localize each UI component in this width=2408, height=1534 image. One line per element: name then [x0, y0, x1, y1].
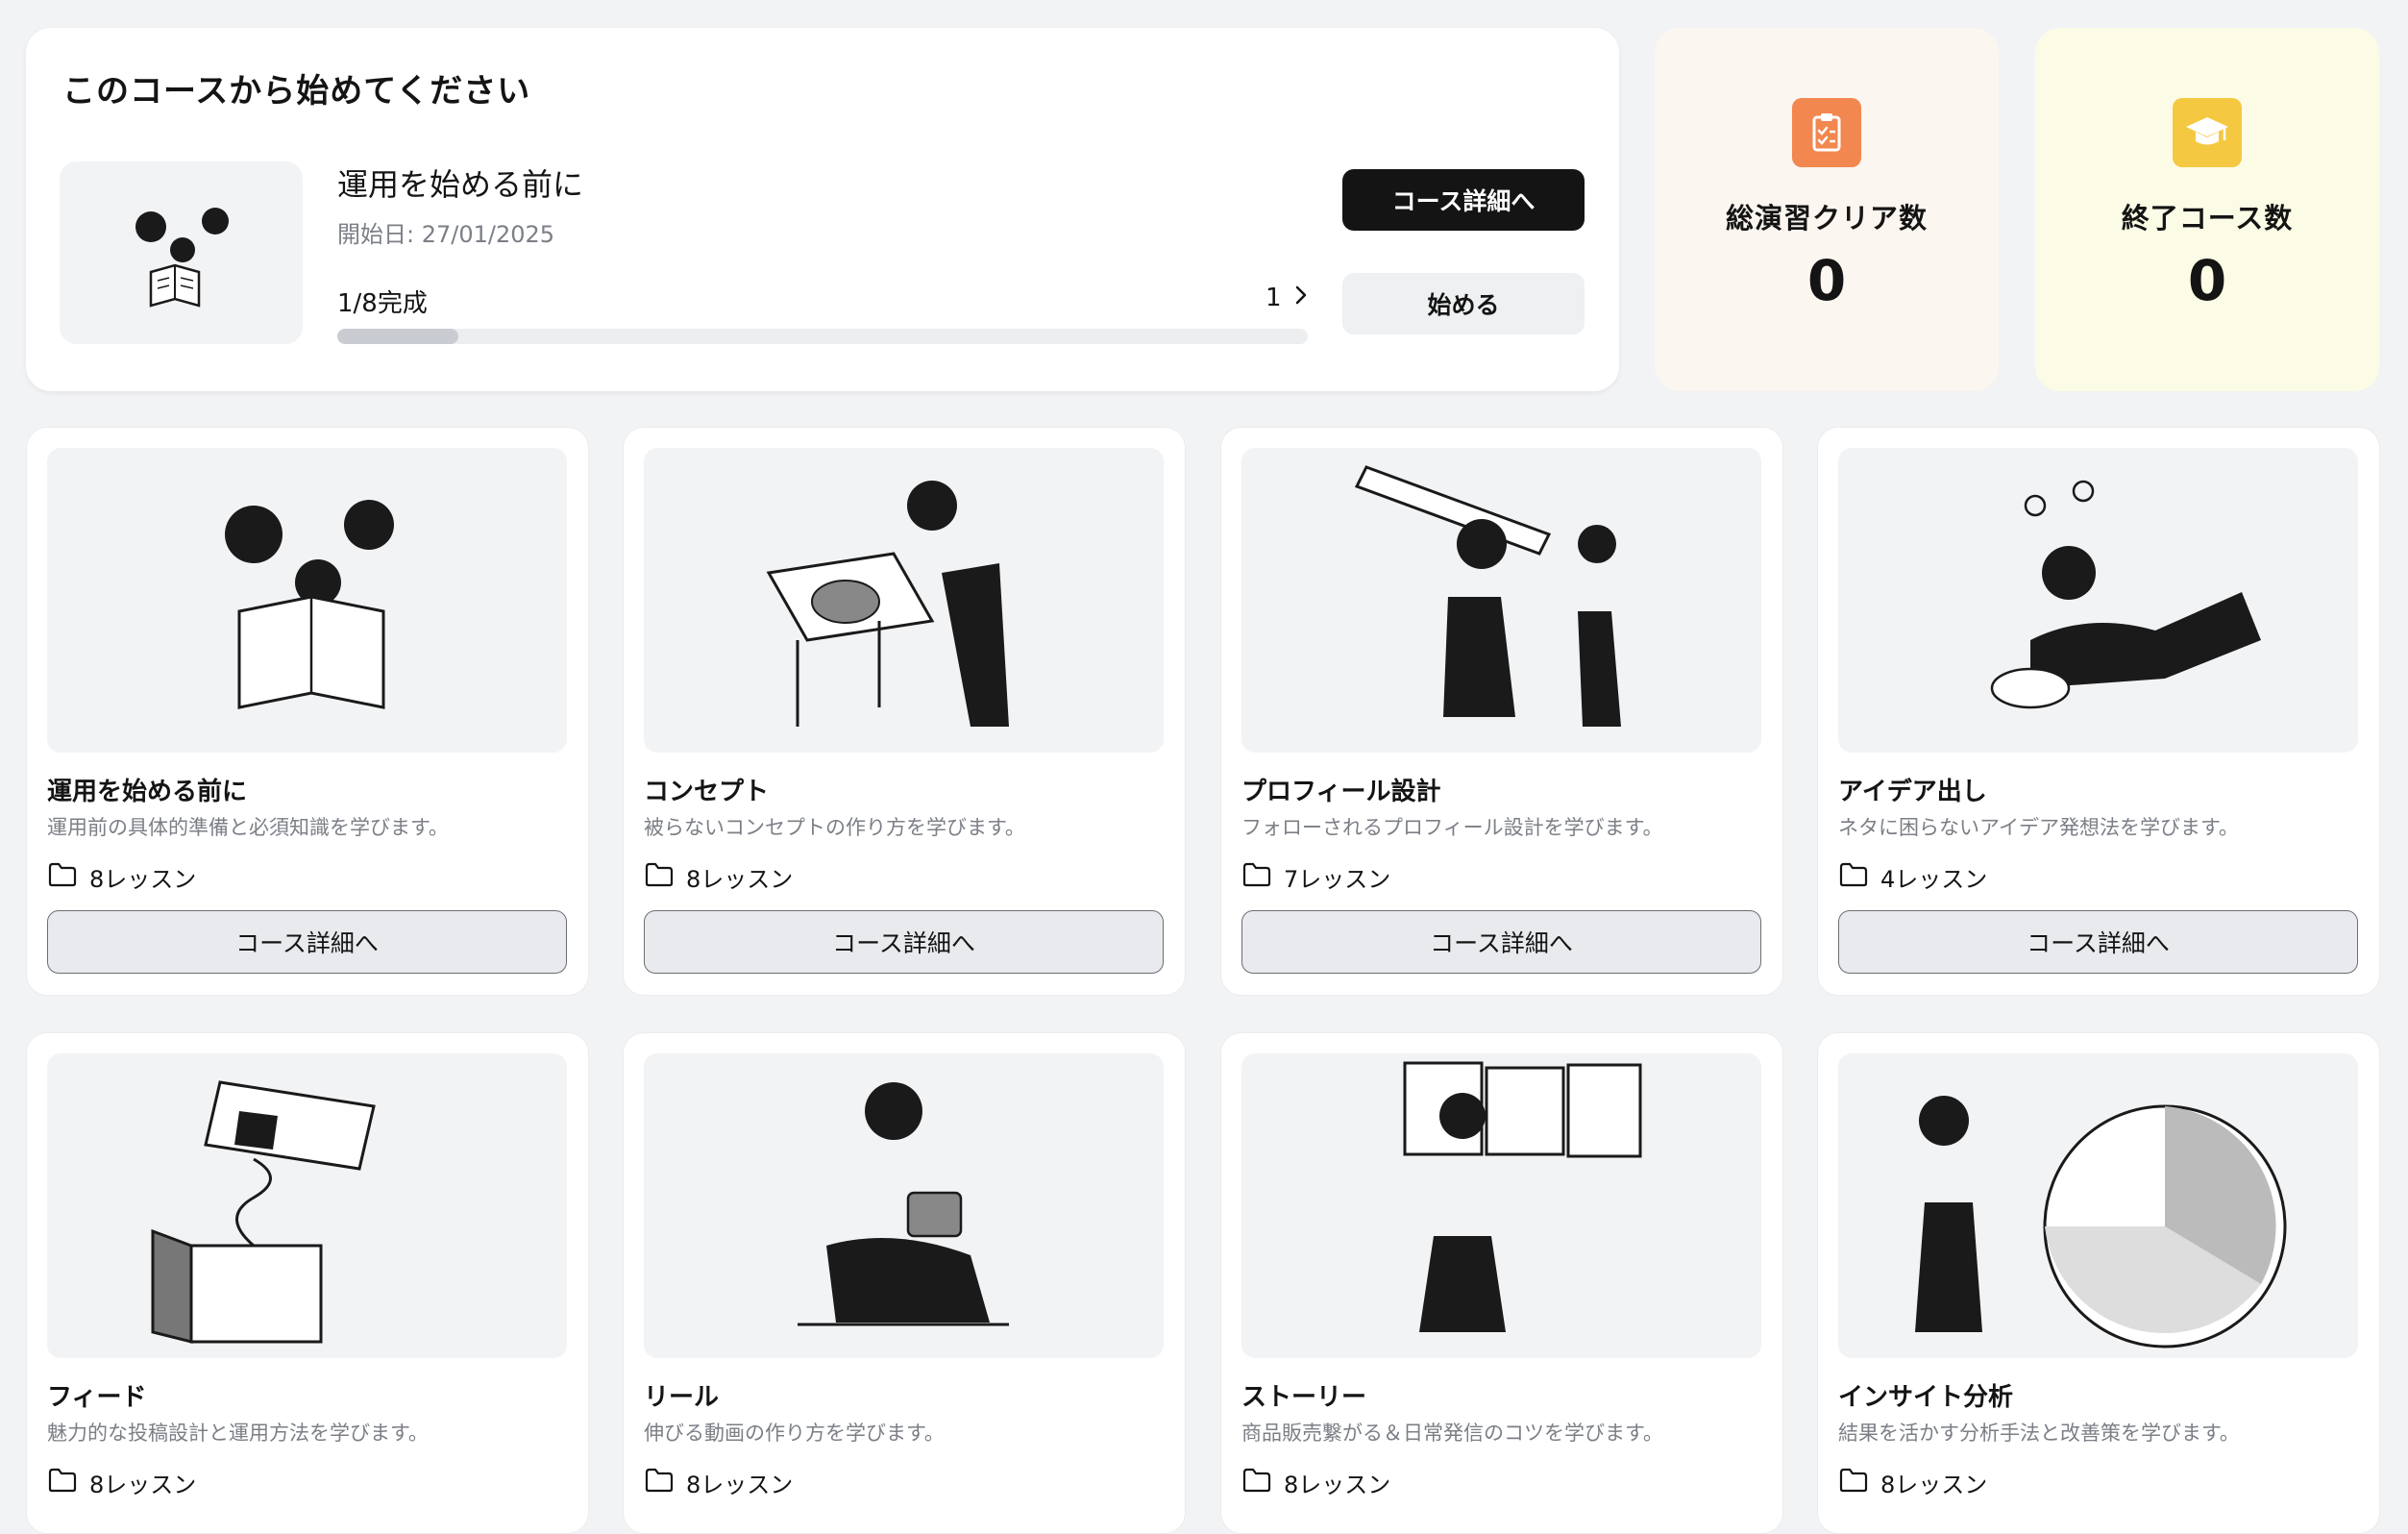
course-detail-button[interactable]: コース詳細へ [1342, 169, 1585, 231]
folder-icon [1241, 861, 1272, 894]
progress-fill [337, 329, 459, 344]
course-illustration [1241, 448, 1761, 753]
lesson-count: 8レッスン [1241, 1466, 1390, 1499]
progress-text: 1/8完成 [337, 289, 428, 318]
course-name: 運用を始める前に [47, 778, 248, 806]
course-name: プロフィール設計 [1241, 778, 1441, 806]
lesson-count-text: 8レッスン [1880, 1472, 1988, 1498]
chevron-right-icon [1293, 284, 1309, 312]
course-illustration [1241, 1053, 1761, 1358]
course-card: インサイト分析 結果を活かす分析手法と改善策を学びます。 8レッスン [1817, 1032, 2380, 1534]
lesson-count: 7レッスン [1241, 860, 1390, 894]
folder-icon [1241, 1467, 1272, 1499]
stat-exercises-value: 0 [1806, 248, 1847, 313]
course-name: インサイト分析 [1838, 1383, 2014, 1412]
featured-course-name: 運用を始める前に [337, 166, 584, 203]
folder-icon [47, 861, 78, 894]
folder-icon [47, 1467, 78, 1499]
course-illustration [47, 1053, 567, 1358]
course-name: リール [644, 1383, 720, 1412]
lesson-count-text: 8レッスン [686, 866, 794, 893]
course-description: 運用前の具体的準備と必須知識を学びます。 [47, 816, 449, 839]
lesson-count: 8レッスン [47, 1466, 196, 1499]
lesson-count: 8レッスン [1838, 1466, 1987, 1499]
stat-courses-value: 0 [2187, 248, 2227, 313]
course-card: アイデア出し ネタに困らないアイデア発想法を学びます。 4レッスン コース詳細へ [1817, 427, 2380, 996]
lesson-count: 8レッスン [644, 1466, 793, 1499]
course-description: 結果を活かす分析手法と改善策を学びます。 [1838, 1422, 2240, 1445]
lesson-count-text: 8レッスン [89, 866, 197, 893]
course-detail-button[interactable]: コース詳細へ [644, 910, 1164, 974]
course-description: 伸びる動画の作り方を学びます。 [644, 1422, 945, 1445]
stat-exercises-card: 総演習クリア数 0 [1655, 28, 1999, 391]
stat-exercises-label: 総演習クリア数 [1725, 202, 1928, 235]
progress-bar [337, 329, 1308, 344]
course-card: コンセプト 被らないコンセプトの作り方を学びます。 8レッスン コース詳細へ [623, 427, 1186, 996]
graduation-cap-icon [2173, 98, 2242, 167]
stat-courses-card: 終了コース数 0 [2035, 28, 2379, 391]
lesson-count: 8レッスン [644, 860, 793, 894]
course-card: ストーリー 商品販売繋がる＆日常発信のコツを学びます。 8レッスン [1220, 1032, 1783, 1534]
folder-icon [1838, 1467, 1869, 1499]
course-illustration [47, 448, 567, 753]
course-description: フォローされるプロフィール設計を学びます。 [1241, 816, 1663, 839]
course-name: フィード [47, 1383, 147, 1412]
course-detail-button[interactable]: コース詳細へ [1838, 910, 2358, 974]
course-card: プロフィール設計 フォローされるプロフィール設計を学びます。 7レッスン コース… [1220, 427, 1783, 996]
lesson-count-text: 8レッスン [686, 1472, 794, 1498]
course-detail-button[interactable]: コース詳細へ [47, 910, 567, 974]
folder-icon [1838, 861, 1869, 894]
course-name: コンセプト [644, 778, 770, 806]
course-description: 被らないコンセプトの作り方を学びます。 [644, 816, 1025, 839]
lesson-count-text: 8レッスン [1284, 1472, 1391, 1498]
page-title: このコースから始めてください [62, 72, 531, 111]
course-card: フィード 魅力的な投稿設計と運用方法を学びます。 8レッスン [26, 1032, 589, 1534]
progress-count-link[interactable]: 1 [1265, 284, 1309, 312]
progress-count: 1 [1265, 284, 1282, 312]
clipboard-check-icon [1792, 98, 1861, 167]
course-description: ネタに困らないアイデア発想法を学びます。 [1838, 816, 2239, 839]
course-illustration [644, 1053, 1164, 1358]
featured-course-panel: このコースから始めてください 運用を始める前に 開始日: 27/01/2025 … [26, 28, 1619, 391]
course-description: 魅力的な投稿設計と運用方法を学びます。 [47, 1422, 429, 1445]
lesson-count: 8レッスン [47, 860, 196, 894]
start-date: 開始日: 27/01/2025 [337, 221, 555, 248]
course-illustration [644, 448, 1164, 753]
lesson-count-text: 7レッスン [1284, 866, 1391, 893]
stat-courses-label: 終了コース数 [2121, 202, 2294, 235]
course-detail-button[interactable]: コース詳細へ [1241, 910, 1761, 974]
lesson-count: 4レッスン [1838, 860, 1987, 894]
course-name: アイデア出し [1838, 778, 1987, 806]
lesson-count-text: 8レッスン [89, 1472, 197, 1498]
course-illustration [1838, 448, 2358, 753]
course-card: リール 伸びる動画の作り方を学びます。 8レッスン [623, 1032, 1186, 1534]
lesson-count-text: 4レッスン [1880, 866, 1988, 893]
course-card: 運用を始める前に 運用前の具体的準備と必須知識を学びます。 8レッスン コース詳… [26, 427, 589, 996]
course-name: ストーリー [1241, 1383, 1367, 1412]
course-description: 商品販売繋がる＆日常発信のコツを学びます。 [1241, 1422, 1663, 1445]
folder-icon [644, 861, 675, 894]
course-illustration [1838, 1053, 2358, 1358]
folder-icon [644, 1467, 675, 1499]
course-thumbnail [60, 161, 303, 344]
start-button[interactable]: 始める [1342, 273, 1585, 334]
